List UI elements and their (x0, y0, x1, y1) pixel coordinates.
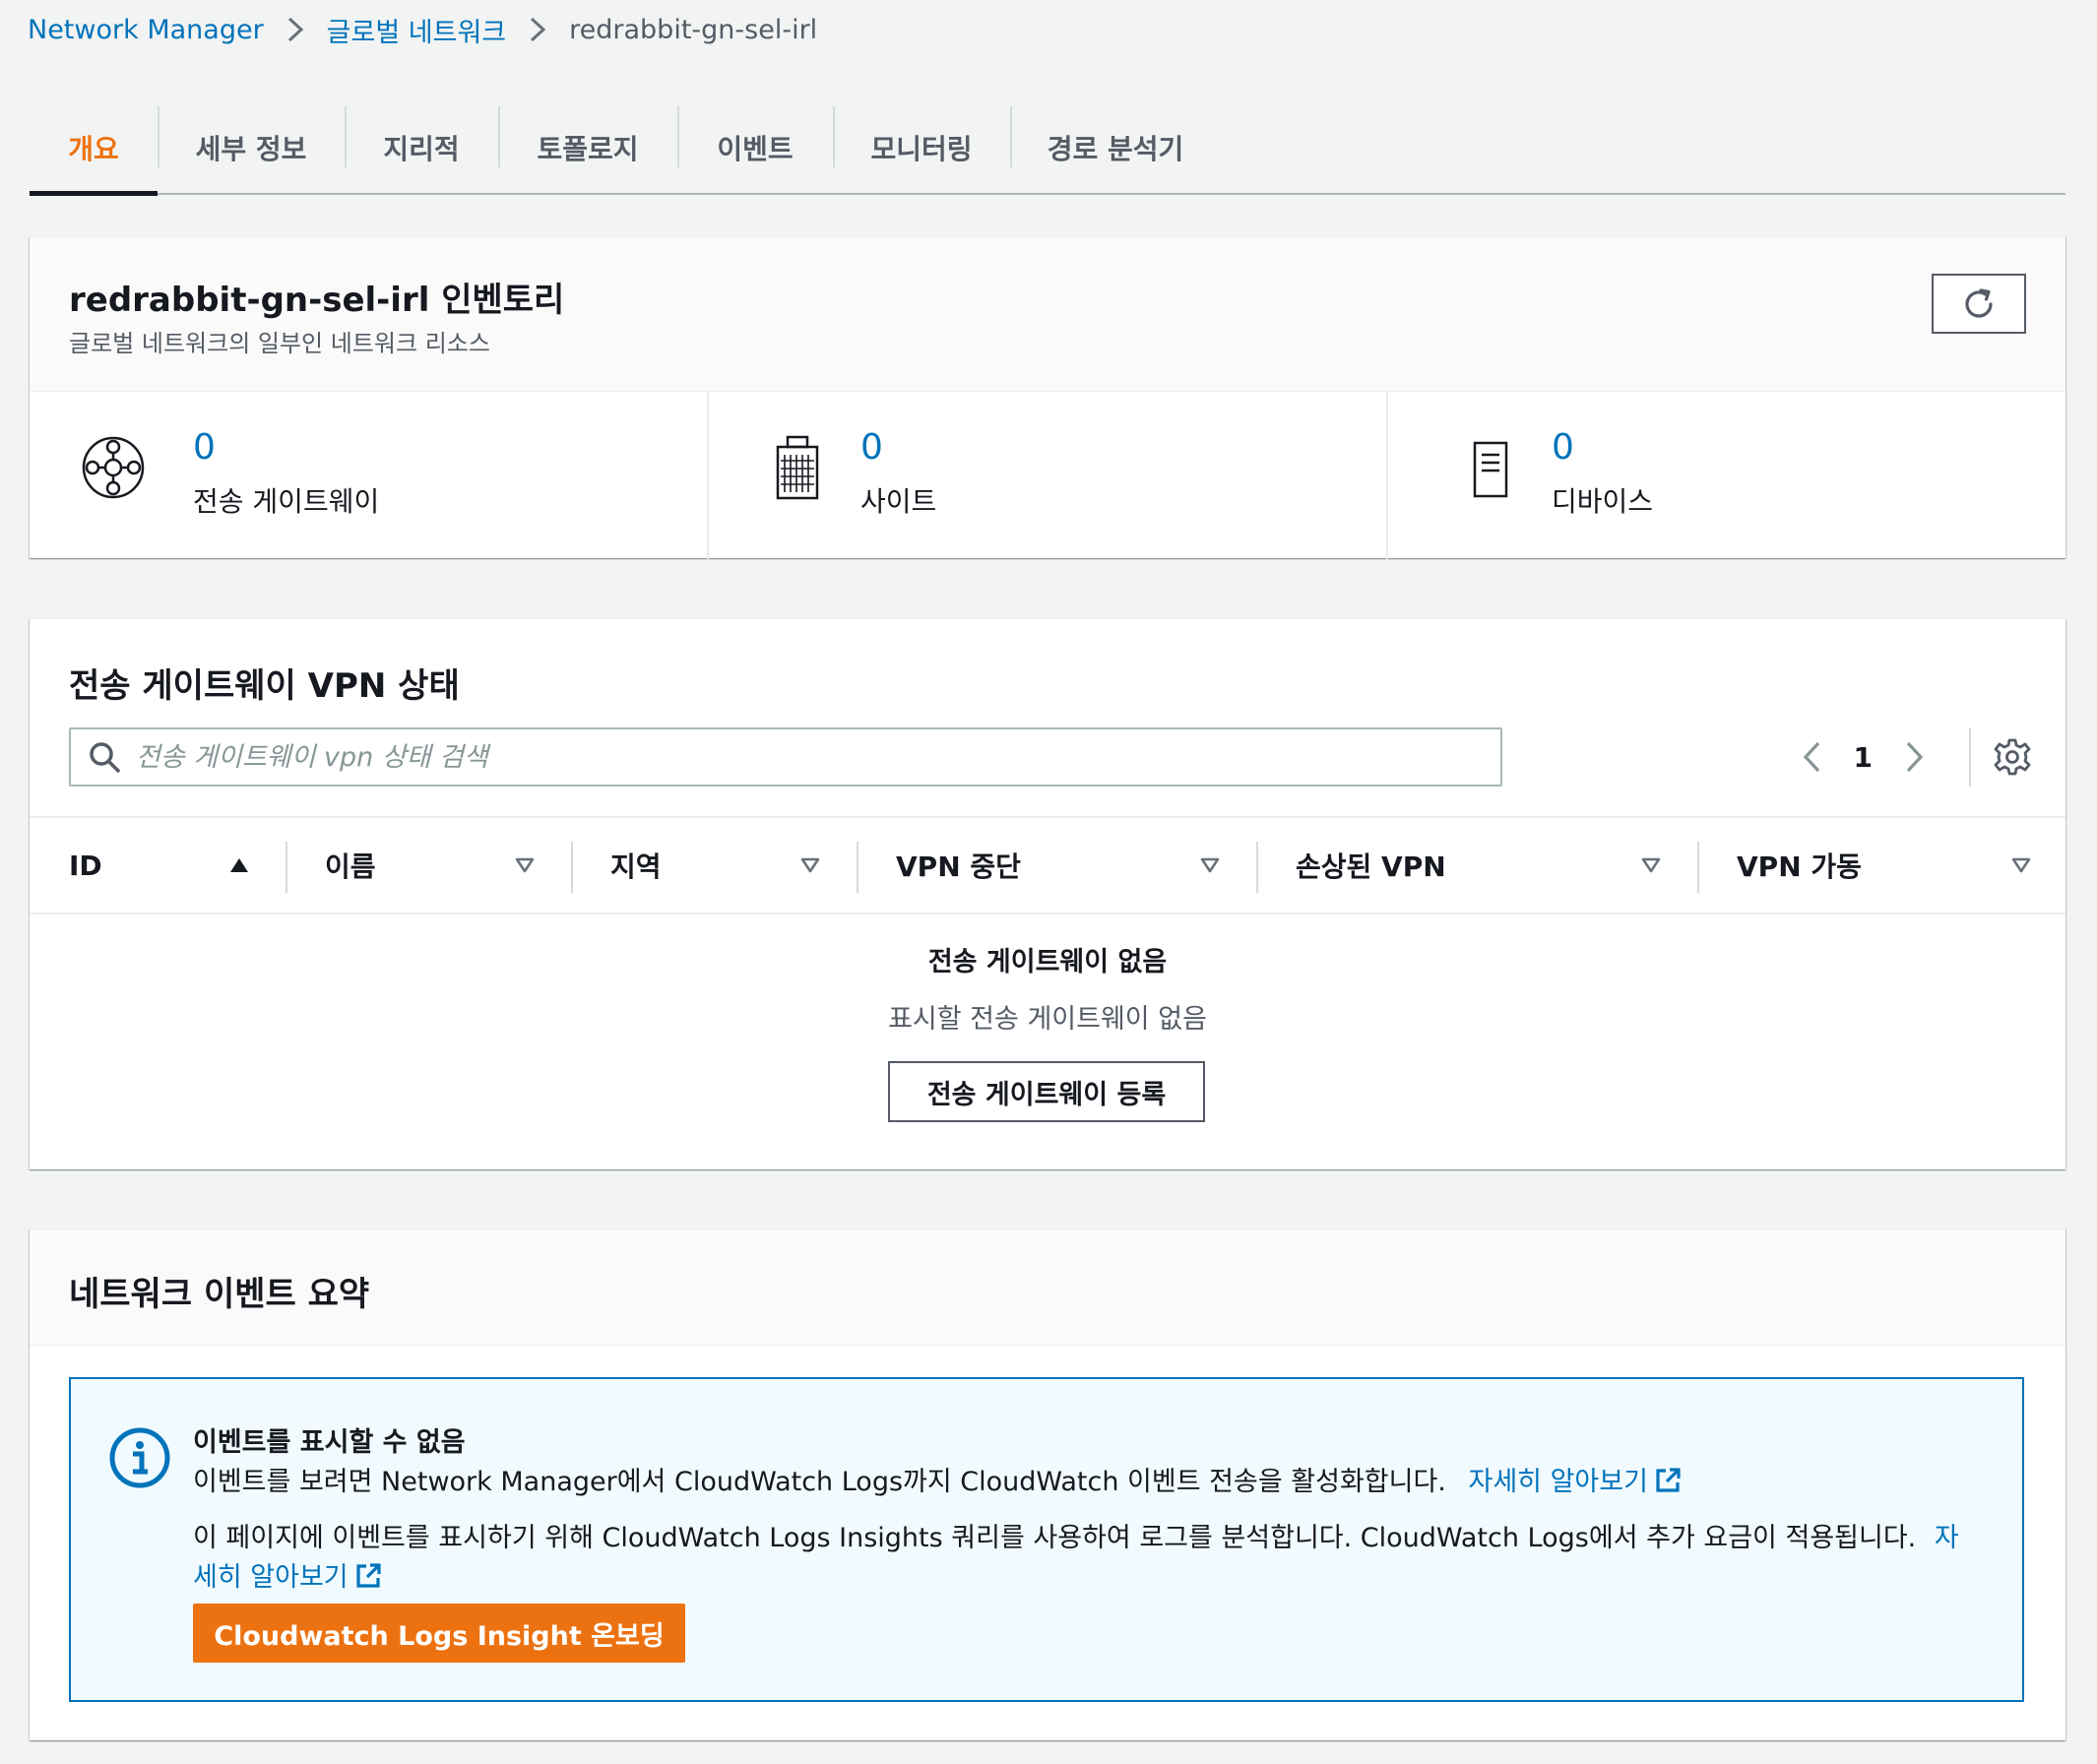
inventory-stats: 0 전송 게이트웨이 0 사이트 0 디바이스 (30, 392, 2065, 559)
alert-title: 이벤트를 표시할 수 없음 (193, 1427, 466, 1458)
refresh-button[interactable] (1932, 274, 2026, 334)
sort-icon (1200, 857, 1220, 873)
tab-geographic[interactable]: 지리적 (345, 102, 498, 193)
chevron-right-icon (518, 17, 557, 42)
info-alert: 이벤트를 표시할 수 없음 이벤트를 보려면 Network Manager에서… (69, 1377, 2024, 1702)
external-link-icon (356, 1563, 381, 1588)
search-field[interactable] (69, 727, 1502, 787)
network-events-panel: 네트워크 이벤트 요약 이벤트를 표시할 수 없음 이벤트를 보려면 Netwo… (30, 1228, 2065, 1740)
register-transit-gateway-button[interactable]: 전송 게이트웨이 등록 (888, 1061, 1205, 1122)
sort-ascending-icon (230, 858, 248, 872)
tab-events[interactable]: 이벤트 (677, 102, 833, 193)
alert-message: 이벤트를 보려면 Network Manager에서 CloudWatch Lo… (193, 1460, 1682, 1498)
inventory-title: redrabbit-gn-sel-irl 인벤토리 (69, 281, 565, 320)
column-header-vpn-down[interactable]: VPN 중단 (857, 818, 1256, 913)
breadcrumb: Network Manager 글로벌 네트워크 redrabbit-gn-se… (28, 10, 817, 49)
breadcrumb-global-network[interactable]: 글로벌 네트워크 (327, 11, 506, 49)
search-icon (90, 742, 120, 773)
breadcrumb-network-manager[interactable]: Network Manager (28, 15, 264, 45)
search-input[interactable] (136, 741, 1475, 773)
sort-icon (2011, 857, 2031, 873)
pager-divider (1969, 727, 1971, 787)
stat-sites: 0 사이트 (707, 392, 1386, 559)
column-header-id[interactable]: ID (30, 818, 286, 913)
table-header: ID 이름 지역 VPN 중단 손상된 VPN VPN 가동 (30, 816, 2065, 914)
transit-gateway-icon (82, 436, 145, 499)
device-icon (1473, 441, 1508, 498)
info-icon (109, 1427, 170, 1488)
stat-devices: 0 디바이스 (1386, 392, 2065, 559)
device-label: 디바이스 (1552, 485, 1654, 518)
learn-more-link[interactable]: 자세히 알아보기 (1468, 1467, 1681, 1497)
transit-gateway-count[interactable]: 0 (193, 427, 216, 468)
inventory-panel: redrabbit-gn-sel-irl 인벤토리 글로벌 네트워크의 일부인 … (30, 236, 2065, 559)
inventory-subtitle: 글로벌 네트워크의 일부인 네트워크 리소스 (69, 330, 490, 357)
page-number[interactable]: 1 (1854, 741, 1873, 774)
cloudwatch-onboarding-button[interactable]: Cloudwatch Logs Insight 온보딩 (193, 1604, 685, 1663)
tab-route-analyzer[interactable]: 경로 분석기 (1010, 102, 1221, 193)
tab-bar: 개요 세부 정보 지리적 토폴로지 이벤트 모니터링 경로 분석기 (30, 102, 2065, 196)
alert-insights-message: 이 페이지에 이벤트를 표시하기 위해 CloudWatch Logs Insi… (193, 1523, 1959, 1593)
refresh-icon (1965, 287, 1993, 318)
column-header-region[interactable]: 지역 (571, 818, 857, 913)
chevron-left-icon[interactable] (1799, 740, 1826, 774)
tab-topology[interactable]: 토폴로지 (498, 102, 677, 193)
gear-icon[interactable] (1993, 737, 2032, 777)
column-header-impaired-vpn[interactable]: 손상된 VPN (1256, 818, 1697, 913)
device-count[interactable]: 0 (1552, 427, 1574, 468)
pagination: 1 (1771, 727, 2065, 787)
chevron-right-icon (276, 17, 315, 42)
sort-icon (1641, 857, 1661, 873)
building-icon (776, 435, 819, 500)
site-label: 사이트 (860, 485, 937, 518)
breadcrumb-current: redrabbit-gn-sel-irl (569, 14, 818, 45)
transit-gateway-label: 전송 게이트웨이 (193, 485, 380, 518)
external-link-icon (1656, 1468, 1681, 1492)
events-header: 네트워크 이벤트 요약 (30, 1229, 2065, 1346)
chevron-right-icon[interactable] (1900, 740, 1928, 774)
vpn-status-title: 전송 게이트웨이 VPN 상태 (69, 666, 460, 706)
empty-state-description: 표시할 전송 게이트웨이 없음 (888, 1004, 1207, 1035)
sort-icon (515, 857, 535, 873)
tab-monitoring[interactable]: 모니터링 (833, 102, 1010, 193)
sort-icon (800, 857, 820, 873)
events-title: 네트워크 이벤트 요약 (69, 1275, 370, 1314)
column-header-vpn-up[interactable]: VPN 가동 (1697, 818, 2065, 913)
site-count[interactable]: 0 (860, 427, 883, 468)
column-header-name[interactable]: 이름 (286, 818, 571, 913)
inventory-header: redrabbit-gn-sel-irl 인벤토리 글로벌 네트워크의 일부인 … (30, 237, 2065, 392)
stat-transit-gateways: 0 전송 게이트웨이 (30, 392, 707, 559)
vpn-status-panel: 전송 게이트웨이 VPN 상태 1 ID 이름 지역 VPN 중단 (30, 618, 2065, 1169)
tab-overview[interactable]: 개요 (30, 102, 158, 196)
tab-details[interactable]: 세부 정보 (158, 102, 345, 193)
empty-state-title: 전송 게이트웨이 없음 (927, 947, 1168, 977)
